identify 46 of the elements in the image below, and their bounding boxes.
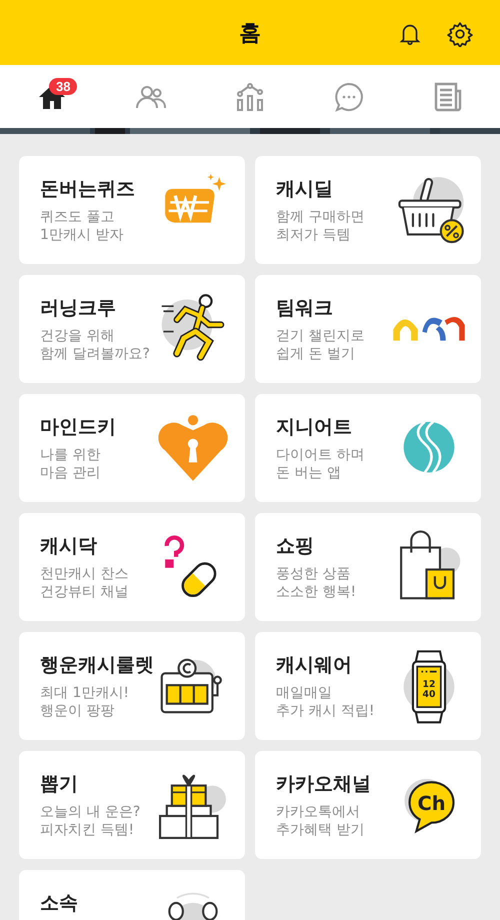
card-title: 마인드키 xyxy=(40,415,116,440)
chat-icon xyxy=(333,80,365,112)
card-description: 오늘의 내 운은? 피자치킨 득템! xyxy=(40,803,140,839)
service-card[interactable]: 캐시딜 함께 구매하면 최저가 득템 xyxy=(255,156,481,264)
service-card[interactable]: 팀워크 걷기 챌린지로 쉽게 돈 벌기 xyxy=(255,275,481,383)
card-title: 지니어트 xyxy=(276,415,353,440)
card-title: 캐시딜 xyxy=(276,177,334,202)
card-description: 다이어트 하며 돈 버는 앱 xyxy=(276,446,364,482)
card-title: 캐시닥 xyxy=(40,534,98,559)
card-description: 카카오톡에서 추가혜택 받기 xyxy=(276,803,366,839)
card-description: 천만캐시 찬스 건강뷰티 채널 xyxy=(40,565,128,601)
card-title: 러닝크루 xyxy=(40,296,117,321)
card-title: 소속 xyxy=(40,891,78,916)
service-card[interactable]: 돈버는퀴즈 퀴즈도 풀고 1만캐시 받자 xyxy=(19,156,245,264)
notification-badge: 38 xyxy=(49,78,78,95)
card-title: 캐시웨어 xyxy=(276,653,353,678)
card-title: 카카오채널 xyxy=(276,772,371,797)
service-card[interactable]: 캐시닥 천만캐시 찬스 건강뷰티 채널 xyxy=(19,513,245,621)
card-description: 풍성한 상품 소소한 행복! xyxy=(276,565,356,601)
card-description: 건강을 위해 함께 달려볼까요? xyxy=(40,327,150,363)
card-description: 퀴즈도 풀고 1만캐시 받자 xyxy=(40,208,124,244)
card-description: 나를 위한 마음 관리 xyxy=(40,446,102,482)
card-title: 뽑기 xyxy=(40,772,79,797)
card-title: 행운캐시룰렛 xyxy=(40,653,154,678)
service-card[interactable]: 지니어트 다이어트 하며 돈 버는 앱 xyxy=(255,394,481,502)
service-card[interactable]: 카카오채널 카카오톡에서 추가혜택 받기 Ch xyxy=(255,751,481,859)
card-description: 최대 1만캐시! 행운이 팡팡 xyxy=(40,684,130,720)
chart-icon xyxy=(234,80,266,112)
service-card[interactable]: 뽑기 오늘의 내 운은? 피자치킨 득템! xyxy=(19,751,245,859)
service-card[interactable]: 소속 xyxy=(19,870,245,920)
newspaper-icon xyxy=(432,80,464,112)
tab[interactable]: 38 xyxy=(20,65,84,128)
service-card[interactable]: 러닝크루 건강을 위해 함께 달려볼까요? xyxy=(19,275,245,383)
card-title: 팀워크 xyxy=(276,296,334,321)
card-description: 걷기 챌린지로 쉽게 돈 벌기 xyxy=(276,327,364,363)
service-card[interactable]: 쇼핑 풍성한 상품 소소한 행복! xyxy=(255,513,481,621)
card-title: 쇼핑 xyxy=(276,534,315,559)
card-description: 매일매일 추가 캐시 적립! xyxy=(276,684,375,720)
card-title: 돈버는퀴즈 xyxy=(40,177,135,202)
arches-icon xyxy=(391,316,467,342)
service-card[interactable]: 행운캐시룰렛 최대 1만캐시! 행운이 팡팡 xyxy=(19,632,245,740)
settings-icon[interactable] xyxy=(447,21,473,47)
card-description: 함께 구매하면 최저가 득템 xyxy=(276,208,364,244)
page-title: 홈 xyxy=(239,20,261,48)
service-card[interactable]: 마인드키 나를 위한 마음 관리 xyxy=(19,394,245,502)
service-card[interactable]: 캐시웨어 매일매일 추가 캐시 적립! 12 40 xyxy=(255,632,481,740)
